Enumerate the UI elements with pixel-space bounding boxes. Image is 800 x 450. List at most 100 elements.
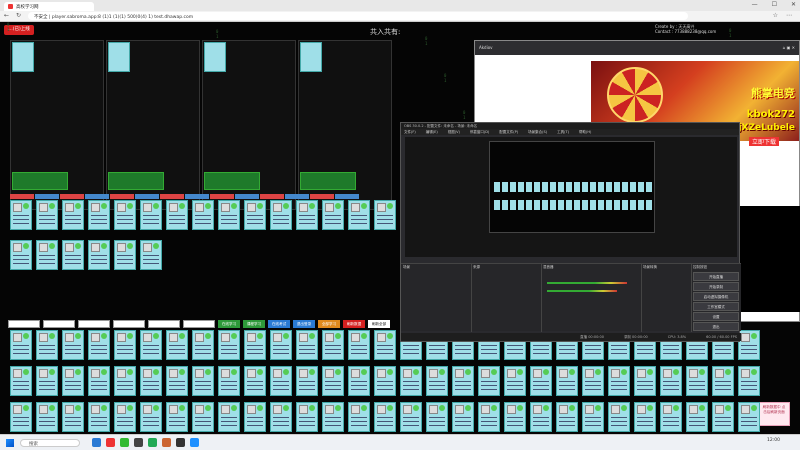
menu-icon[interactable]: ⋯: [786, 12, 792, 19]
user-card[interactable]: [608, 366, 630, 396]
filter-button[interactable]: 刷新全部: [368, 320, 390, 328]
user-card[interactable]: [10, 240, 32, 270]
user-card[interactable]: [634, 402, 656, 432]
obs-menu-item[interactable]: 工具(T): [557, 130, 569, 134]
user-card[interactable]: [738, 402, 760, 432]
user-card[interactable]: [426, 366, 448, 396]
user-card[interactable]: [582, 402, 604, 432]
user-card[interactable]: [88, 330, 110, 360]
chrome-icon[interactable]: [120, 438, 129, 447]
filter-input[interactable]: [113, 320, 145, 328]
user-card[interactable]: [166, 366, 188, 396]
filter-input[interactable]: [148, 320, 180, 328]
obs-control-button[interactable]: 退出: [693, 322, 739, 331]
user-card[interactable]: [322, 330, 344, 360]
filter-input[interactable]: [8, 320, 40, 328]
user-card[interactable]: [634, 366, 656, 396]
user-card[interactable]: [62, 402, 84, 432]
user-card[interactable]: [36, 402, 58, 432]
user-card[interactable]: [348, 330, 370, 360]
user-card[interactable]: [244, 200, 266, 230]
user-card[interactable]: [530, 402, 552, 432]
user-card[interactable]: [218, 200, 240, 230]
user-card[interactable]: [270, 402, 292, 432]
obs-icon[interactable]: [134, 438, 143, 447]
user-card[interactable]: [36, 366, 58, 396]
filter-button[interactable]: 退出登录: [293, 320, 315, 328]
user-card[interactable]: [374, 330, 396, 360]
obs-menu-item[interactable]: 配置文件(P): [499, 130, 518, 134]
user-card[interactable]: [660, 402, 682, 432]
obs-menu-item[interactable]: 帮助(H): [579, 130, 591, 134]
user-card[interactable]: [140, 366, 162, 396]
star-icon[interactable]: ☆: [773, 12, 778, 19]
address-bar[interactable]: 不安全 | player.sabroma.app:8 (1)1 (1)(1) 5…: [28, 12, 688, 20]
obs-control-button[interactable]: 设置: [693, 312, 739, 321]
user-card[interactable]: [322, 366, 344, 396]
user-card[interactable]: [36, 330, 58, 360]
app-icon[interactable]: [148, 438, 157, 447]
user-card[interactable]: [192, 366, 214, 396]
user-card[interactable]: [108, 42, 130, 72]
filter-button[interactable]: 在线学习: [218, 320, 240, 328]
user-card[interactable]: [452, 402, 474, 432]
user-card[interactable]: [400, 366, 422, 396]
minimize-icon[interactable]: —: [752, 1, 758, 8]
obs-control-button[interactable]: 开始直播: [693, 272, 739, 281]
user-card[interactable]: [114, 402, 136, 432]
secondary-window-icons[interactable]: ⌂ ▣ ✕: [783, 45, 795, 51]
user-card[interactable]: [244, 402, 266, 432]
browser-tab[interactable]: 高校学习网: [4, 2, 94, 11]
user-card[interactable]: [88, 402, 110, 432]
obs-menu-item[interactable]: 编辑(E): [426, 130, 438, 134]
app-icon[interactable]: [162, 438, 171, 447]
user-card[interactable]: [114, 240, 136, 270]
user-card[interactable]: [504, 366, 526, 396]
user-card[interactable]: [114, 200, 136, 230]
user-card[interactable]: [62, 240, 84, 270]
user-card[interactable]: [88, 200, 110, 230]
user-card[interactable]: [686, 366, 708, 396]
steam-icon[interactable]: [176, 438, 185, 447]
user-card[interactable]: [296, 330, 318, 360]
user-card[interactable]: [10, 330, 32, 360]
user-card[interactable]: [36, 200, 58, 230]
obs-menu-item[interactable]: 场景集合(S): [528, 130, 547, 134]
filter-button[interactable]: 刷新数据: [343, 320, 365, 328]
user-card[interactable]: [582, 366, 604, 396]
user-card[interactable]: [608, 402, 630, 432]
user-card[interactable]: [218, 402, 240, 432]
user-card[interactable]: [140, 330, 162, 360]
user-card[interactable]: [62, 200, 84, 230]
user-card[interactable]: [36, 240, 58, 270]
user-card[interactable]: [140, 402, 162, 432]
user-card[interactable]: [296, 366, 318, 396]
user-card[interactable]: [374, 200, 396, 230]
user-card[interactable]: [296, 402, 318, 432]
filter-button[interactable]: 全部学习: [318, 320, 340, 328]
back-icon[interactable]: ←: [4, 12, 9, 19]
user-card[interactable]: [452, 366, 474, 396]
user-card[interactable]: [296, 200, 318, 230]
clock[interactable]: 12:00: [767, 438, 780, 443]
user-card[interactable]: [114, 330, 136, 360]
obs-control-button[interactable]: 开始录制: [693, 282, 739, 291]
user-card[interactable]: [322, 200, 344, 230]
filter-input[interactable]: [183, 320, 215, 328]
user-card[interactable]: [426, 402, 448, 432]
obs-control-button[interactable]: 启动虚拟摄像机: [693, 292, 739, 301]
user-card[interactable]: [88, 240, 110, 270]
user-card[interactable]: [204, 42, 226, 72]
user-card[interactable]: [556, 366, 578, 396]
user-card[interactable]: [270, 330, 292, 360]
user-card[interactable]: [348, 402, 370, 432]
user-card[interactable]: [192, 200, 214, 230]
user-card[interactable]: [140, 200, 162, 230]
user-card[interactable]: [244, 330, 266, 360]
obs-preview[interactable]: [405, 137, 737, 257]
user-card[interactable]: [10, 200, 32, 230]
start-icon[interactable]: [6, 439, 14, 447]
user-card[interactable]: [300, 42, 322, 72]
filter-input[interactable]: [43, 320, 75, 328]
user-card[interactable]: [374, 366, 396, 396]
